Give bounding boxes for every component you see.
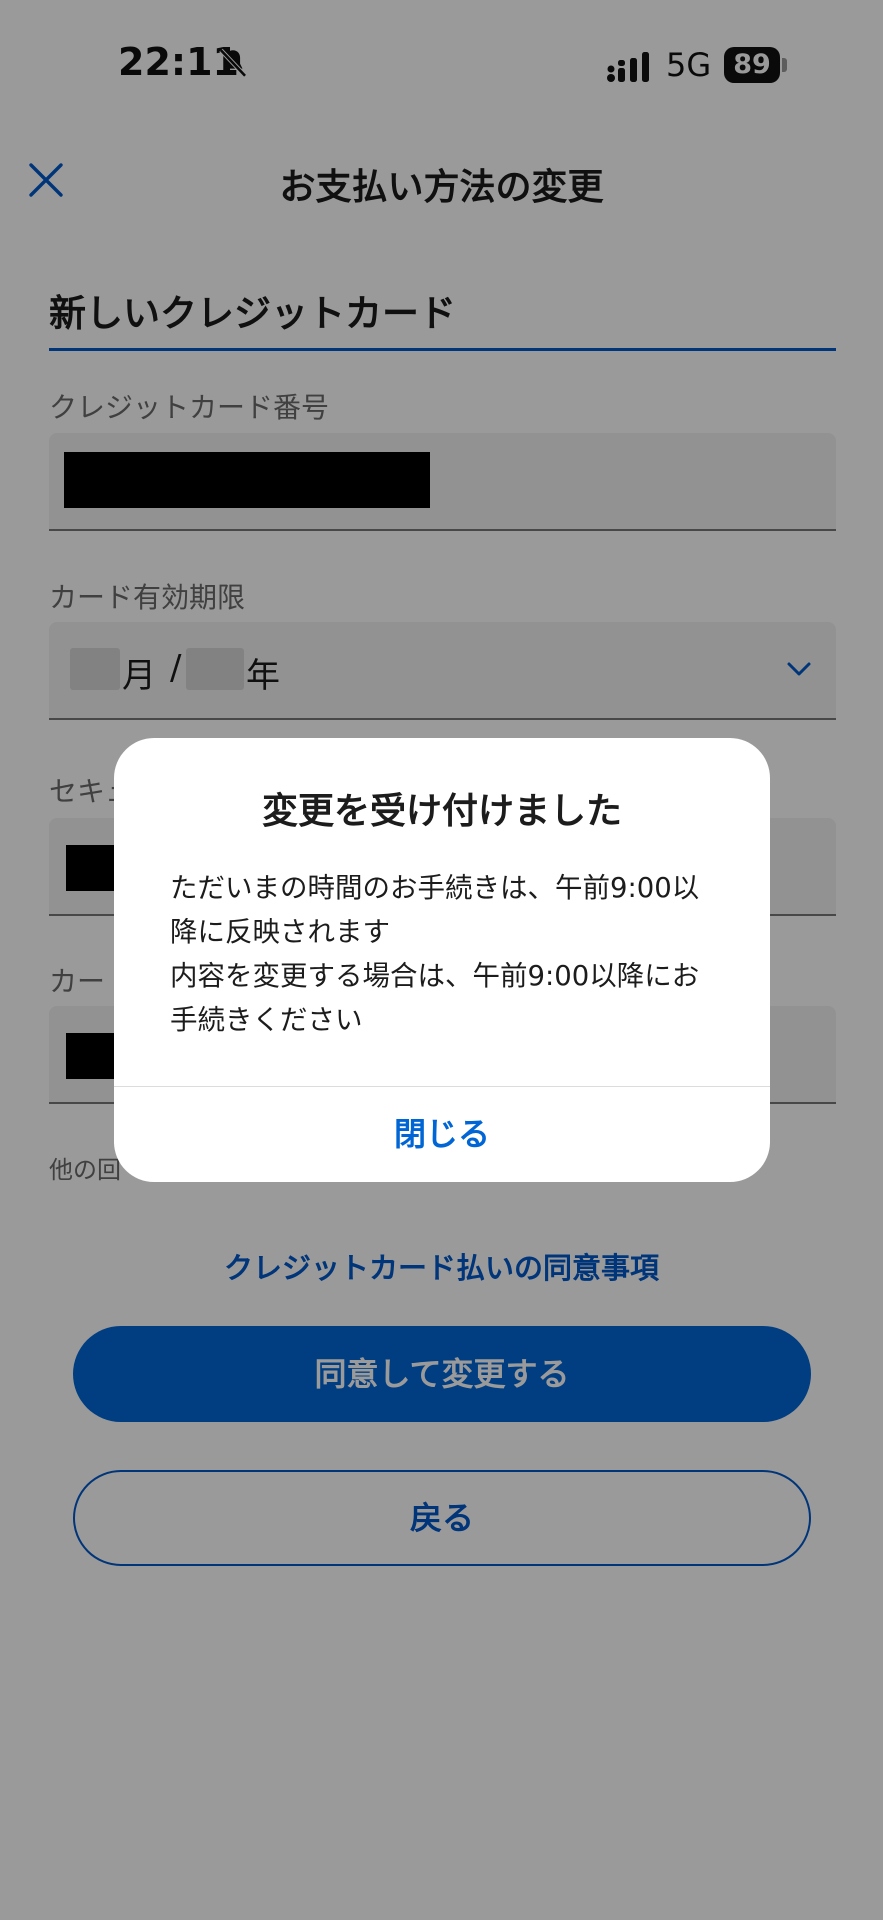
dialog-message-line: 降に反映されます bbox=[170, 916, 390, 948]
dialog-message-line: 手続きください bbox=[170, 1004, 363, 1036]
dialog-close-button[interactable]: 閉じる bbox=[114, 1087, 770, 1182]
dialog-message-line: 内容を変更する場合は、午前9:00以降にお bbox=[170, 960, 700, 992]
dialog-title: 変更を受け付けました bbox=[261, 791, 622, 832]
dialog-message-line: ただいまの時間のお手続きは、午前9:00以 bbox=[170, 872, 700, 904]
confirmation-dialog: 変更を受け付けました ただいまの時間のお手続きは、午前9:00以 降に反映されま… bbox=[114, 738, 770, 1182]
dialog-message: ただいまの時間のお手続きは、午前9:00以 降に反映されます 内容を変更する場合… bbox=[170, 866, 730, 1042]
